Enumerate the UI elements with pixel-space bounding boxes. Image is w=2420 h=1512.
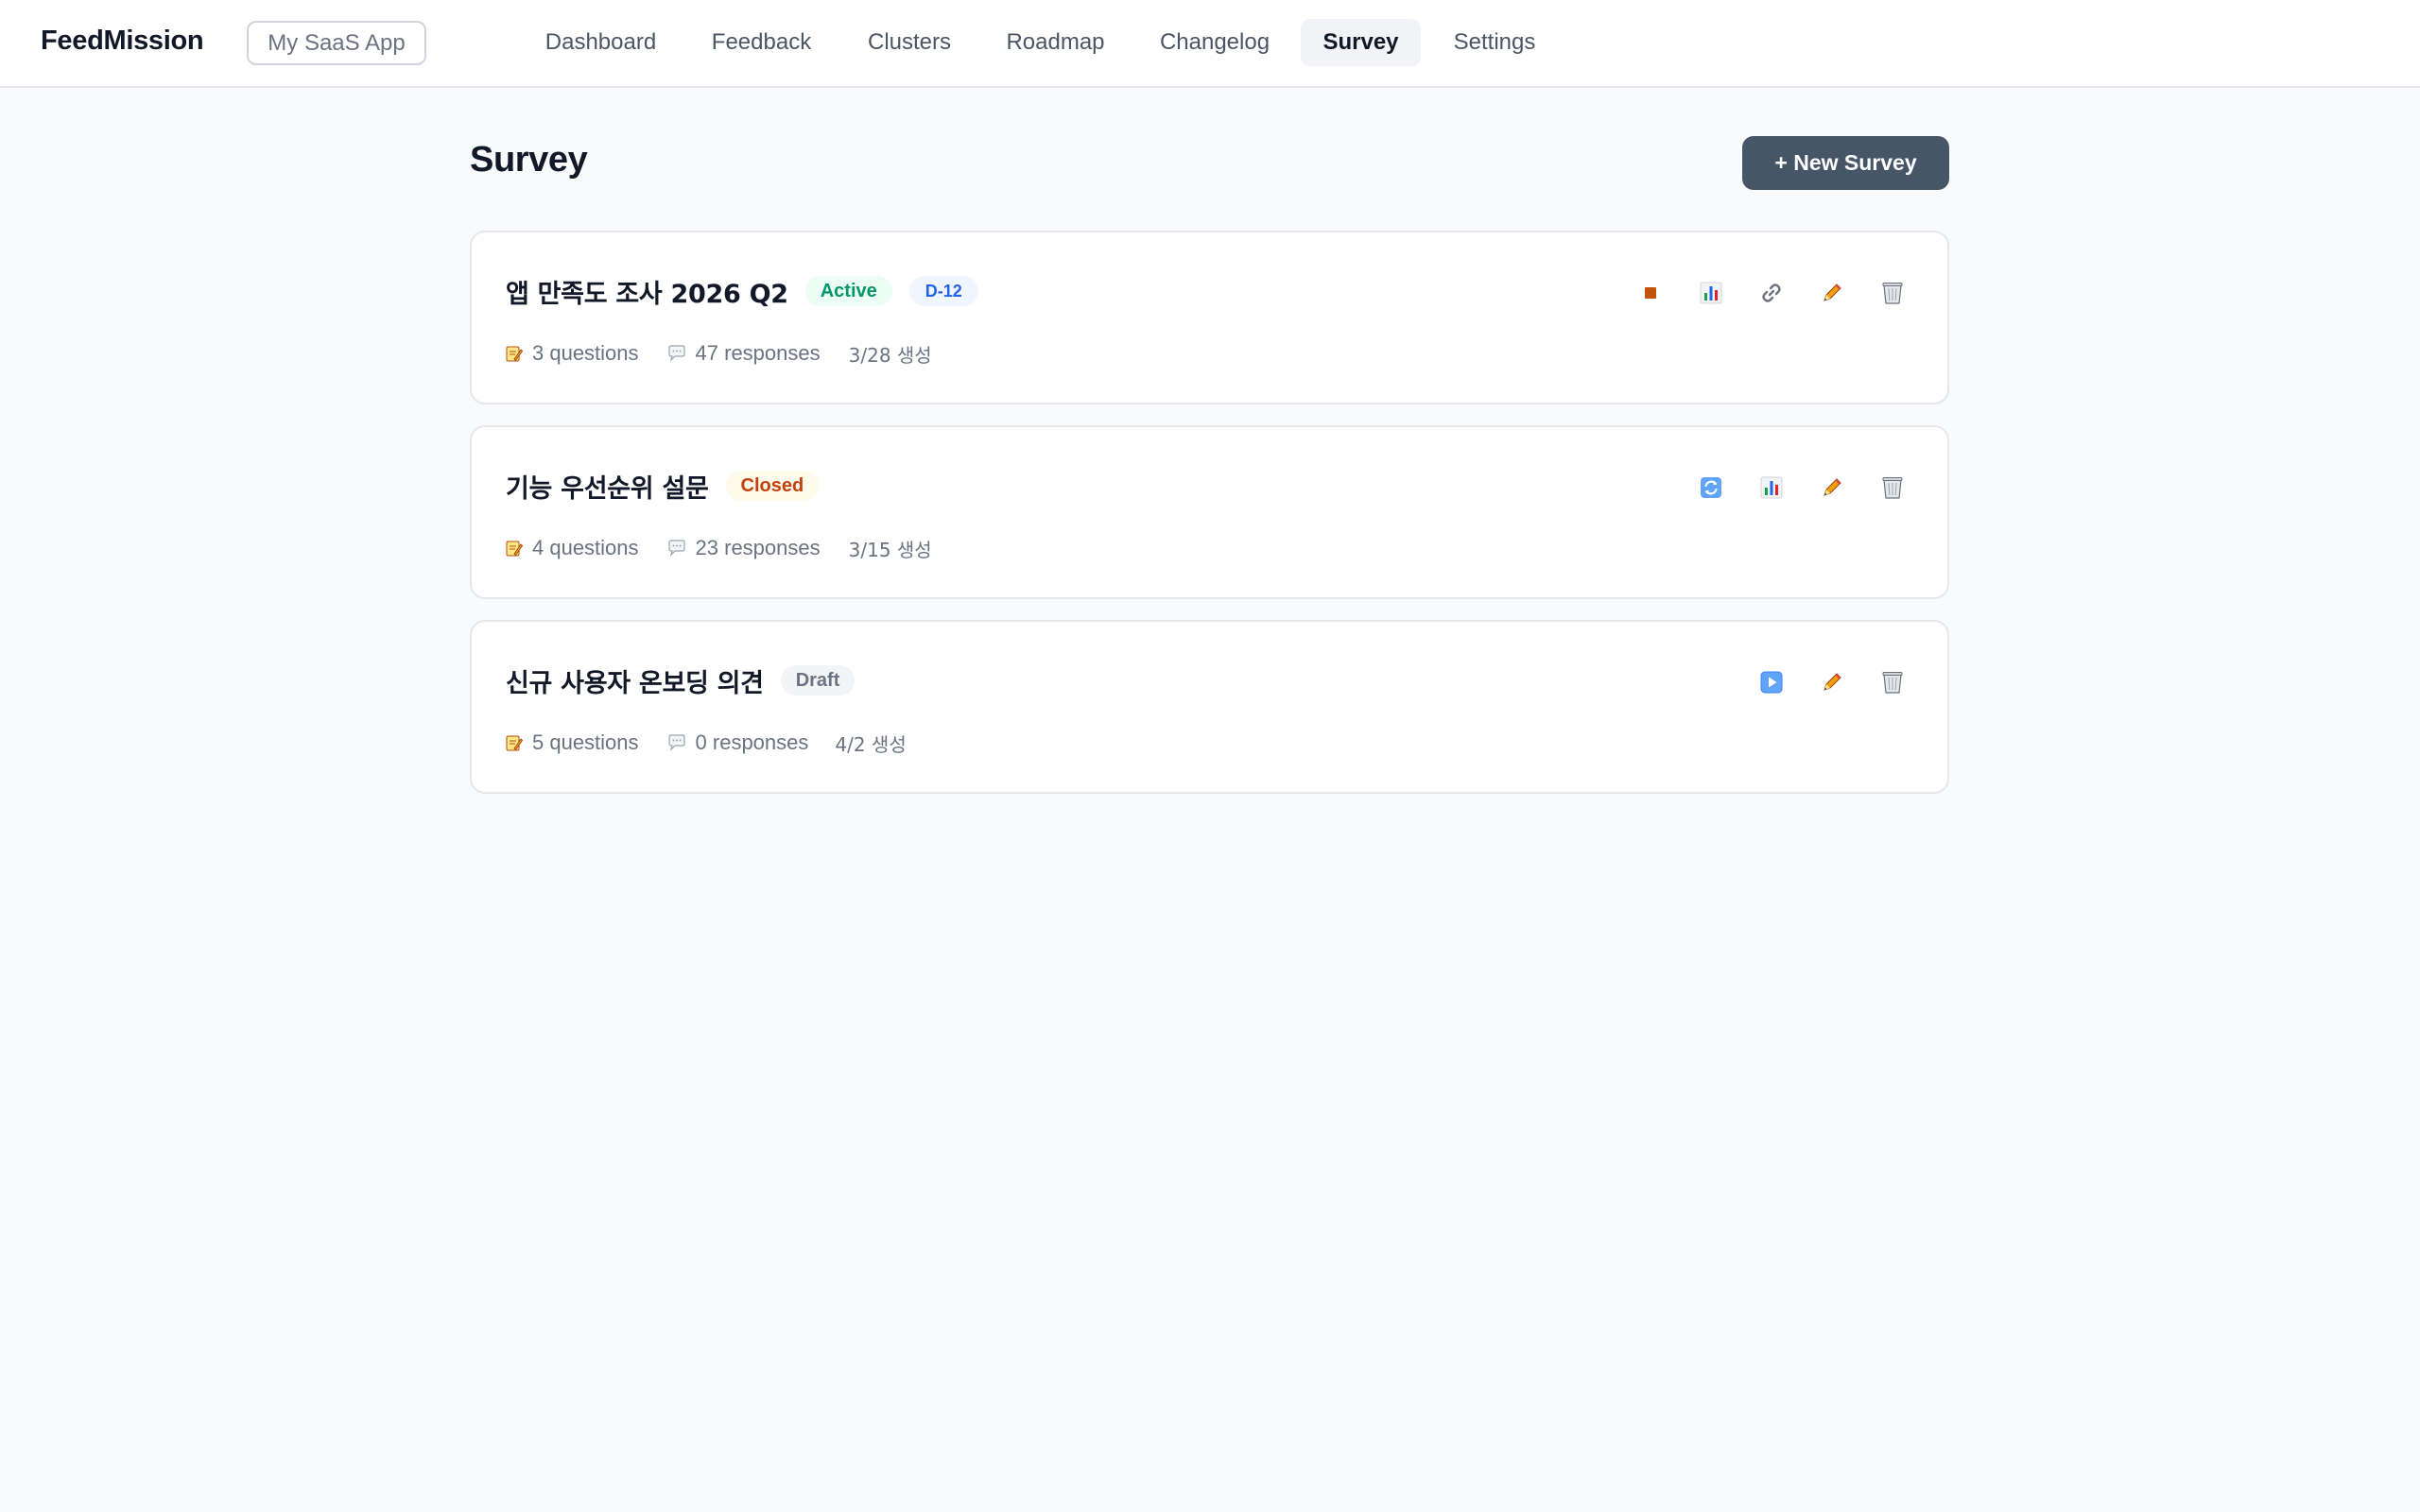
status-badge: Draft [780, 665, 856, 696]
stop-icon [1644, 286, 1657, 300]
status-badge: Closed [725, 471, 820, 501]
nav-changelog[interactable]: Changelog [1138, 19, 1291, 66]
nav-feedback[interactable]: Feedback [696, 19, 827, 66]
status-badge: Active [804, 276, 892, 306]
new-survey-button[interactable]: + New Survey [1742, 136, 1949, 190]
project-selector[interactable]: My SaaS App [247, 21, 426, 65]
edit-survey-button[interactable] [1811, 469, 1853, 507]
survey-title[interactable]: 기능 우선순위 설문 [506, 468, 709, 505]
brand-logo[interactable]: FeedMission [41, 26, 204, 57]
question-count: 4 questions [532, 536, 639, 559]
edit-survey-button[interactable] [1811, 663, 1853, 701]
chart-icon [1700, 282, 1722, 304]
results-button[interactable] [1690, 274, 1732, 312]
results-button[interactable] [1751, 469, 1792, 507]
survey-card[interactable]: 기능 우선순위 설문 Closed 4 questions 23 respons… [470, 425, 1949, 599]
survey-title[interactable]: 앱 만족도 조사 2026 Q2 [506, 273, 788, 310]
delete-survey-button[interactable] [1872, 469, 1913, 507]
trash-icon [1881, 670, 1904, 695]
nav-survey[interactable]: Survey [1301, 19, 1421, 66]
survey-title[interactable]: 신규 사용자 온보딩 의견 [506, 662, 764, 699]
delete-survey-button[interactable] [1872, 663, 1913, 701]
pencil-icon [1821, 671, 1843, 694]
nav-settings[interactable]: Settings [1437, 19, 1552, 66]
created-date: 3/28 생성 [848, 343, 932, 367]
chart-icon [1760, 476, 1783, 499]
memo-icon [506, 345, 523, 362]
nav-roadmap[interactable]: Roadmap [991, 19, 1120, 66]
memo-icon [506, 540, 523, 557]
response-count: 47 responses [695, 341, 821, 365]
pencil-icon [1821, 476, 1843, 499]
created-date: 3/15 생성 [848, 538, 932, 561]
response-count: 0 responses [695, 730, 809, 754]
top-navbar: FeedMission My SaaS App Dashboard Feedba… [0, 0, 2420, 88]
stop-survey-button[interactable] [1630, 274, 1671, 312]
trash-icon [1881, 475, 1904, 500]
speech-bubble-icon [667, 540, 686, 557]
reopen-icon [1700, 476, 1722, 499]
page-title: Survey [470, 140, 588, 180]
trash-icon [1881, 281, 1904, 305]
nav-dashboard[interactable]: Dashboard [521, 19, 681, 66]
question-count: 5 questions [532, 730, 639, 754]
play-icon [1760, 671, 1783, 694]
question-count: 3 questions [532, 341, 639, 365]
link-icon [1760, 282, 1783, 304]
created-date: 4/2 생성 [835, 732, 907, 756]
delete-survey-button[interactable] [1872, 274, 1913, 312]
pencil-icon [1821, 282, 1843, 304]
survey-card[interactable]: 앱 만족도 조사 2026 Q2 Active D-12 3 questions… [470, 231, 1949, 404]
speech-bubble-icon [667, 734, 686, 751]
reopen-survey-button[interactable] [1690, 469, 1732, 507]
publish-survey-button[interactable] [1751, 663, 1792, 701]
dday-badge: D-12 [908, 276, 978, 306]
nav-clusters[interactable]: Clusters [844, 19, 975, 66]
edit-survey-button[interactable] [1811, 274, 1853, 312]
response-count: 23 responses [695, 536, 821, 559]
copy-link-button[interactable] [1751, 274, 1792, 312]
memo-icon [506, 734, 523, 751]
survey-card[interactable]: 신규 사용자 온보딩 의견 Draft 5 questions 0 respon… [470, 620, 1949, 794]
speech-bubble-icon [667, 345, 686, 362]
